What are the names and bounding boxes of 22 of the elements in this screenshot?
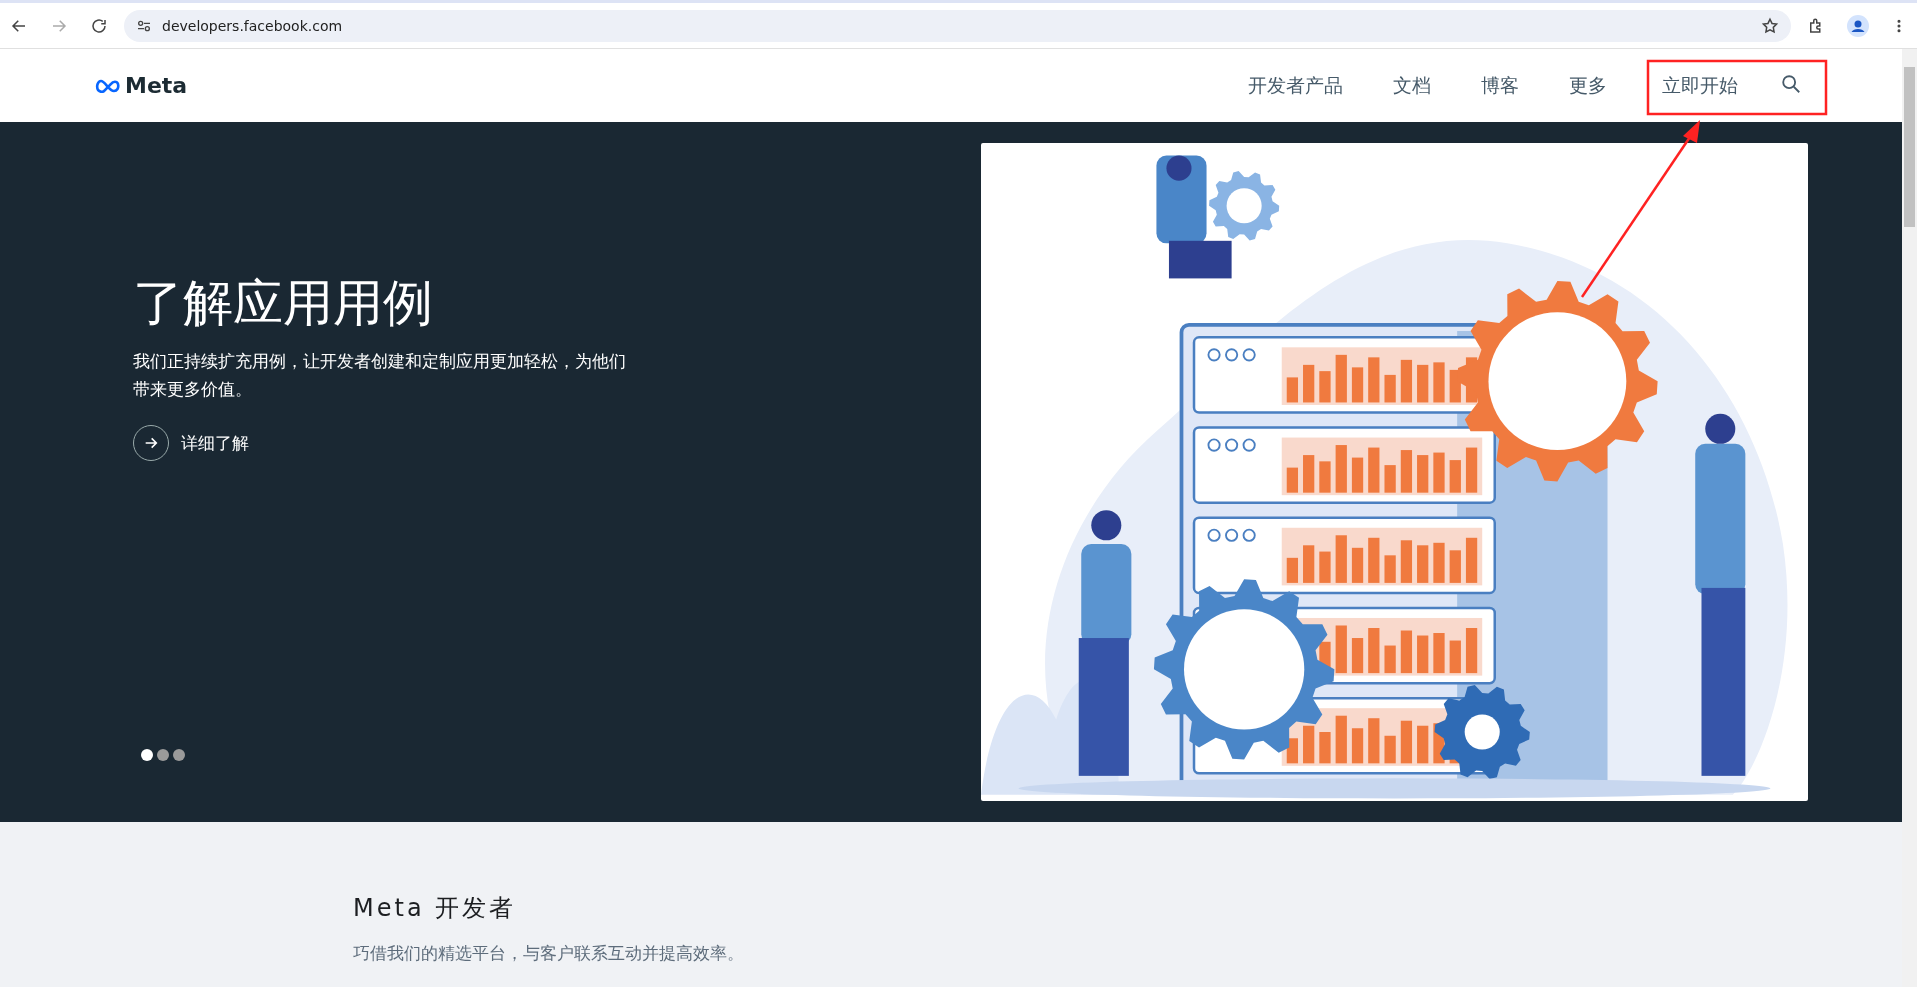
carousel-dot[interactable]	[173, 749, 185, 761]
url-text[interactable]: developers.facebook.com	[162, 17, 343, 34]
bookmark-star-icon[interactable]	[1761, 16, 1779, 35]
section-subtitle: 巧借我们的精选平台，与客户联系互动并提高效率。	[353, 942, 745, 965]
hero-title: 了解应用用例	[133, 273, 434, 333]
nav-link[interactable]: 文档	[1393, 72, 1431, 99]
search-icon[interactable]	[1780, 72, 1802, 95]
scrollbar[interactable]	[1902, 49, 1917, 987]
address-bar[interactable]: developers.facebook.com	[124, 9, 1791, 42]
nav-link[interactable]: 更多	[1569, 72, 1607, 99]
profile-avatar[interactable]	[1847, 14, 1869, 37]
meta-logo[interactable]: Meta	[95, 73, 188, 98]
carousel-dot[interactable]	[157, 749, 169, 761]
section-title: Meta 开发者	[353, 893, 518, 924]
nav-link[interactable]: 开发者产品	[1248, 72, 1343, 99]
arrow-right-icon	[143, 435, 159, 451]
carousel-dot[interactable]	[141, 749, 153, 761]
get-started-link[interactable]: 立即开始	[1662, 72, 1738, 99]
reload-icon[interactable]	[90, 16, 108, 35]
hero-description: 我们正持续扩充用例，让开发者创建和定制应用更加轻松，为他们带来更多价值。	[133, 350, 627, 401]
learn-more-link[interactable]: 详细了解	[133, 425, 249, 461]
nav-link[interactable]: 博客	[1481, 72, 1519, 99]
